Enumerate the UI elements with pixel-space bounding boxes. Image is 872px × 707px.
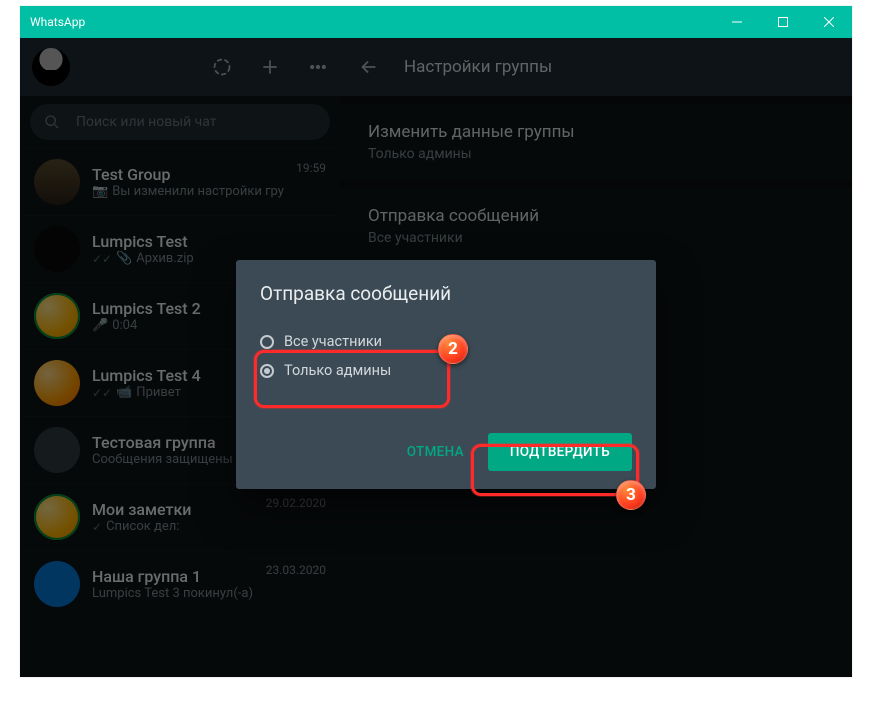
radio-label: Все участники [284, 333, 382, 350]
radio-option-all[interactable]: Все участники [260, 327, 632, 356]
cancel-button[interactable]: ОТМЕНА [391, 434, 480, 470]
dialog-actions: ОТМЕНА ПОДТВЕРДИТЬ [260, 433, 632, 471]
settings-header: Настройки группы [340, 38, 852, 96]
chat-avatar-icon [34, 159, 80, 205]
app-title: WhatsApp [30, 15, 85, 29]
chat-avatar-icon [34, 293, 80, 339]
radio-icon [260, 364, 274, 378]
send-messages-dialog: Отправка сообщений Все участники Только … [236, 260, 656, 489]
dialog-title: Отправка сообщений [260, 282, 632, 305]
chat-subtitle: 📷 Вы изменили настройки группы. Т… [92, 184, 284, 199]
confirm-button[interactable]: ПОДТВЕРДИТЬ [488, 433, 632, 471]
chat-subtitle: Lumpics Test 3 покинул(-а) группу [92, 586, 254, 601]
chat-list-item[interactable]: Наша группа 1Lumpics Test 3 покинул(-а) … [20, 550, 340, 617]
settings-title: Настройки группы [404, 57, 552, 77]
chat-title: Мои заметки [92, 500, 254, 519]
section-value: Только админы [368, 146, 824, 162]
section-title: Отправка сообщений [368, 206, 824, 226]
chat-avatar-icon [34, 427, 80, 473]
radio-option-admins[interactable]: Только админы [260, 356, 632, 385]
chat-title: Наша группа 1 [92, 567, 254, 586]
section-value: Все участники [368, 230, 824, 246]
left-pane-header [20, 38, 340, 96]
close-icon [824, 17, 834, 27]
chat-list-item[interactable]: Test Group📷 Вы изменили настройки группы… [20, 148, 340, 215]
menu-dots-icon[interactable] [308, 57, 328, 77]
window-close-button[interactable] [806, 6, 852, 38]
minimize-icon [732, 17, 742, 27]
chat-avatar-icon [34, 226, 80, 272]
chat-avatar-icon [34, 494, 80, 540]
radio-label: Только админы [284, 362, 391, 379]
chat-body: Мои заметки✓ Список дел: [92, 500, 254, 534]
search-wrap: Поиск или новый чат [20, 96, 340, 148]
chat-subtitle: ✓ Список дел: [92, 519, 254, 534]
chat-avatar-icon [34, 561, 80, 607]
chat-time: 19:59 [296, 161, 326, 175]
user-avatar-icon[interactable] [32, 48, 70, 86]
window-minimize-button[interactable] [714, 6, 760, 38]
status-icon[interactable] [212, 57, 232, 77]
radio-icon [260, 335, 274, 349]
app-body: Поиск или новый чат Test Group📷 Вы измен… [20, 38, 852, 677]
chat-time: 29.02.2020 [266, 496, 326, 510]
chat-body: Test Group📷 Вы изменили настройки группы… [92, 165, 284, 199]
window-maximize-button[interactable] [760, 6, 806, 38]
new-chat-icon[interactable] [260, 57, 280, 77]
search-input[interactable]: Поиск или новый чат [30, 104, 330, 140]
maximize-icon [778, 17, 788, 27]
chat-list-item[interactable]: Мои заметки✓ Список дел: 29.02.2020 [20, 483, 340, 550]
settings-section-send-messages[interactable]: Отправка сообщений Все участники [340, 180, 852, 264]
chat-body: Наша группа 1Lumpics Test 3 покинул(-а) … [92, 567, 254, 601]
settings-section-edit-group[interactable]: Изменить данные группы Только админы [340, 96, 852, 180]
chat-time: 23.03.2020 [266, 563, 326, 577]
chat-avatar-icon [34, 360, 80, 406]
search-placeholder: Поиск или новый чат [76, 114, 217, 130]
chat-title: Test Group [92, 165, 284, 184]
titlebar: WhatsApp [20, 6, 852, 38]
search-icon [44, 114, 60, 130]
app-window: WhatsApp Поиск [20, 6, 852, 677]
header-actions [212, 57, 328, 77]
section-title: Изменить данные группы [368, 122, 824, 142]
back-arrow-icon[interactable] [358, 56, 380, 78]
chat-title: Lumpics Test [92, 232, 314, 251]
